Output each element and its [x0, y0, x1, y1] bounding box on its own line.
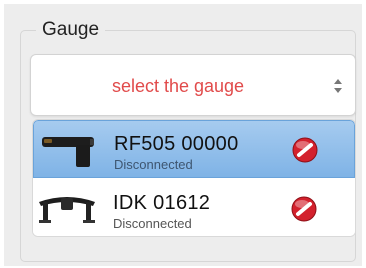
no-entry-icon[interactable] [291, 196, 317, 222]
gauge-legend: Gauge [36, 18, 106, 42]
gauge-select-value: select the gauge [111, 76, 245, 96]
device-name: IDK 01612 [113, 192, 211, 214]
device-name: RF505 00000 [114, 133, 239, 155]
gauge-select[interactable]: select the gauge [30, 54, 356, 116]
device-status: Disconnected [114, 157, 193, 172]
gauge-list-item-idk[interactable]: IDK 01612 Disconnected [33, 180, 355, 236]
gauge-list-item-rf505[interactable]: RF505 00000 Disconnected [33, 120, 355, 178]
no-entry-icon[interactable] [292, 137, 318, 163]
idk-gauge-icon [39, 197, 95, 223]
gauge-list: RF505 00000 Disconnected IDK 01612 Disco… [32, 119, 356, 237]
select-arrows-icon [334, 79, 342, 93]
device-status: Disconnected [113, 216, 192, 231]
rf505-gauge-icon [42, 137, 94, 167]
